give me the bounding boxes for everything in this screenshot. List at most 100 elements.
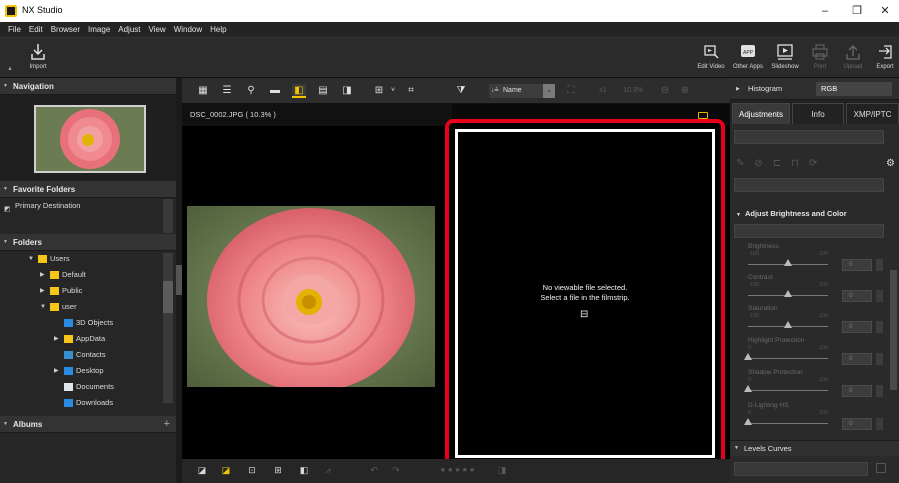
star-rating[interactable]: ★★★★★ bbox=[428, 464, 488, 477]
compare-view-icon[interactable]: ◧ bbox=[292, 84, 306, 98]
rotate-left-icon[interactable]: ↶ bbox=[368, 464, 380, 477]
menu-browser[interactable]: Browser bbox=[47, 22, 84, 38]
slideshow-button[interactable]: Slideshow bbox=[768, 42, 802, 76]
folders-header[interactable]: Folders bbox=[0, 234, 176, 251]
rating-filter-icon[interactable]: ◪ bbox=[220, 464, 232, 477]
label-filter-icon[interactable]: ◪ bbox=[196, 464, 208, 477]
folder-item-documents[interactable]: Documents bbox=[0, 379, 176, 395]
focus-point-icon[interactable]: ◧ bbox=[298, 464, 310, 477]
levels-checkbox[interactable] bbox=[876, 463, 886, 473]
favorite-item-primary-destination[interactable]: ◩ Primary Destination bbox=[0, 198, 176, 214]
zoom-fit-icon[interactable]: ⛶ bbox=[564, 84, 578, 98]
folder-item-contacts[interactable]: Contacts bbox=[0, 347, 176, 363]
preset-select[interactable] bbox=[734, 130, 884, 144]
menu-image[interactable]: Image bbox=[84, 22, 114, 38]
slider-value[interactable]: 0 bbox=[842, 321, 872, 333]
filmstrip-position-icon[interactable]: ⊞ bbox=[372, 84, 386, 98]
edit-tools-row[interactable]: ✎⊘⊏⊓⟳ bbox=[736, 158, 896, 174]
folder-item-3d-objects[interactable]: 3D Objects bbox=[0, 315, 176, 331]
menu-view[interactable]: View bbox=[145, 22, 170, 38]
slider-stepper[interactable] bbox=[876, 259, 883, 271]
brightness-preset-select[interactable] bbox=[734, 224, 884, 238]
adjust-brightness-header[interactable]: ▼ Adjust Brightness and Color bbox=[736, 209, 884, 218]
slider-stepper[interactable] bbox=[876, 353, 883, 365]
slider-knob[interactable] bbox=[784, 290, 792, 297]
slider-value[interactable]: 0 bbox=[842, 385, 872, 397]
menu-window[interactable]: Window bbox=[170, 22, 206, 38]
tab-xmp-iptc[interactable]: XMP/IPTC bbox=[846, 103, 899, 124]
close-button[interactable]: ✕ bbox=[873, 2, 897, 20]
slider-stepper[interactable] bbox=[876, 321, 883, 333]
folders-scrollbar-thumb[interactable] bbox=[163, 281, 173, 313]
grid-overlay-icon[interactable]: ⊞ bbox=[272, 464, 284, 477]
slider-track[interactable] bbox=[748, 423, 828, 424]
slider-knob[interactable] bbox=[744, 353, 752, 360]
thumbnail-list-icon[interactable]: ☰ bbox=[220, 84, 234, 98]
zoom-out-icon[interactable]: ⊖ bbox=[658, 84, 672, 98]
slider-track[interactable] bbox=[748, 390, 828, 391]
maximize-button[interactable]: ❐ bbox=[845, 2, 869, 20]
fit-screen-icon[interactable]: ⌗ bbox=[404, 84, 418, 98]
navigation-header[interactable]: Navigation bbox=[0, 78, 176, 95]
import-button[interactable]: Import bbox=[22, 42, 54, 76]
slider-knob[interactable] bbox=[744, 418, 752, 425]
two-image-icon[interactable]: ▤ bbox=[316, 84, 330, 98]
favorites-scrollbar[interactable] bbox=[163, 199, 173, 233]
thumbnail-grid-icon[interactable]: ▦ bbox=[196, 84, 210, 98]
preview-pane[interactable]: No viewable file selected. Select a file… bbox=[455, 129, 715, 458]
albums-header[interactable]: Albums + bbox=[0, 416, 176, 433]
map-icon[interactable]: ⚲ bbox=[244, 84, 258, 98]
upload-button[interactable]: Upload bbox=[839, 42, 867, 76]
filter-icon[interactable]: ⧩ bbox=[454, 84, 468, 98]
slider-value[interactable]: 0 bbox=[842, 259, 872, 271]
folders-scrollbar[interactable] bbox=[163, 253, 173, 403]
folder-item-user[interactable]: ▼ user bbox=[0, 299, 176, 315]
slider-stepper[interactable] bbox=[876, 385, 883, 397]
folder-item-default[interactable]: ▶ Default bbox=[0, 267, 176, 283]
favorite-folders-header[interactable]: Favorite Folders bbox=[0, 181, 176, 198]
add-album-button[interactable]: + bbox=[164, 416, 170, 433]
settings-gear-icon[interactable]: ⚙ bbox=[886, 158, 895, 169]
fit-view-icon[interactable]: ⊡ bbox=[246, 464, 258, 477]
slider-value[interactable]: 0 bbox=[842, 418, 872, 430]
folder-item-public[interactable]: ▶ Public bbox=[0, 283, 176, 299]
single-frame-icon[interactable]: ▬ bbox=[268, 84, 282, 98]
slider-knob[interactable] bbox=[784, 321, 792, 328]
slider-stepper[interactable] bbox=[876, 418, 883, 430]
right-panel-scrollbar[interactable] bbox=[890, 270, 897, 390]
other-apps-button[interactable]: APP Other Apps bbox=[731, 42, 765, 76]
histogram-overlay-icon[interactable]: ⩘ bbox=[322, 464, 334, 477]
menu-file[interactable]: File bbox=[0, 22, 25, 38]
menu-adjust[interactable]: Adjust bbox=[114, 22, 144, 38]
print-button[interactable]: Print bbox=[809, 42, 831, 76]
collapse-arrow-icon[interactable]: ▲ bbox=[7, 66, 13, 72]
slider-track[interactable] bbox=[748, 358, 828, 359]
before-after-icon[interactable]: ◨ bbox=[340, 84, 354, 98]
histogram-header[interactable]: ▶ Histogram RGB bbox=[730, 78, 899, 100]
slider-knob[interactable] bbox=[784, 259, 792, 266]
slider-stepper[interactable] bbox=[876, 290, 883, 302]
export-button[interactable]: Export bbox=[873, 42, 897, 76]
picture-control-select[interactable] bbox=[734, 178, 884, 192]
folder-item-users[interactable]: ▼ Users bbox=[0, 251, 176, 267]
minimize-button[interactable]: – bbox=[813, 2, 837, 20]
folder-item-downloads[interactable]: Downloads bbox=[0, 395, 176, 411]
main-photo[interactable] bbox=[187, 206, 435, 387]
histogram-channel-select[interactable]: RGB bbox=[816, 82, 892, 96]
slider-knob[interactable] bbox=[744, 385, 752, 392]
filmstrip-dropdown-icon[interactable]: ˅ bbox=[386, 84, 400, 98]
levels-preset-select[interactable] bbox=[734, 462, 868, 476]
protect-icon[interactable]: ◨ bbox=[496, 464, 508, 477]
edit-video-button[interactable]: Edit Video bbox=[696, 42, 726, 76]
menu-help[interactable]: Help bbox=[206, 22, 230, 38]
navigation-thumbnail[interactable] bbox=[34, 105, 146, 173]
sort-select[interactable]: ↓≟ Name bbox=[489, 84, 547, 98]
levels-curves-header[interactable]: ▼ Levels Curves bbox=[730, 440, 899, 456]
folder-item-appdata[interactable]: ▶ AppData bbox=[0, 331, 176, 347]
zoom-in-icon[interactable]: ⊕ bbox=[678, 84, 692, 98]
menu-edit[interactable]: Edit bbox=[25, 22, 47, 38]
sort-dropdown-icon[interactable]: ⌄ bbox=[543, 84, 555, 98]
folder-item-desktop[interactable]: ▶ Desktop bbox=[0, 363, 176, 379]
tab-adjustments[interactable]: Adjustments bbox=[732, 103, 790, 124]
rotate-right-icon[interactable]: ↷ bbox=[390, 464, 402, 477]
